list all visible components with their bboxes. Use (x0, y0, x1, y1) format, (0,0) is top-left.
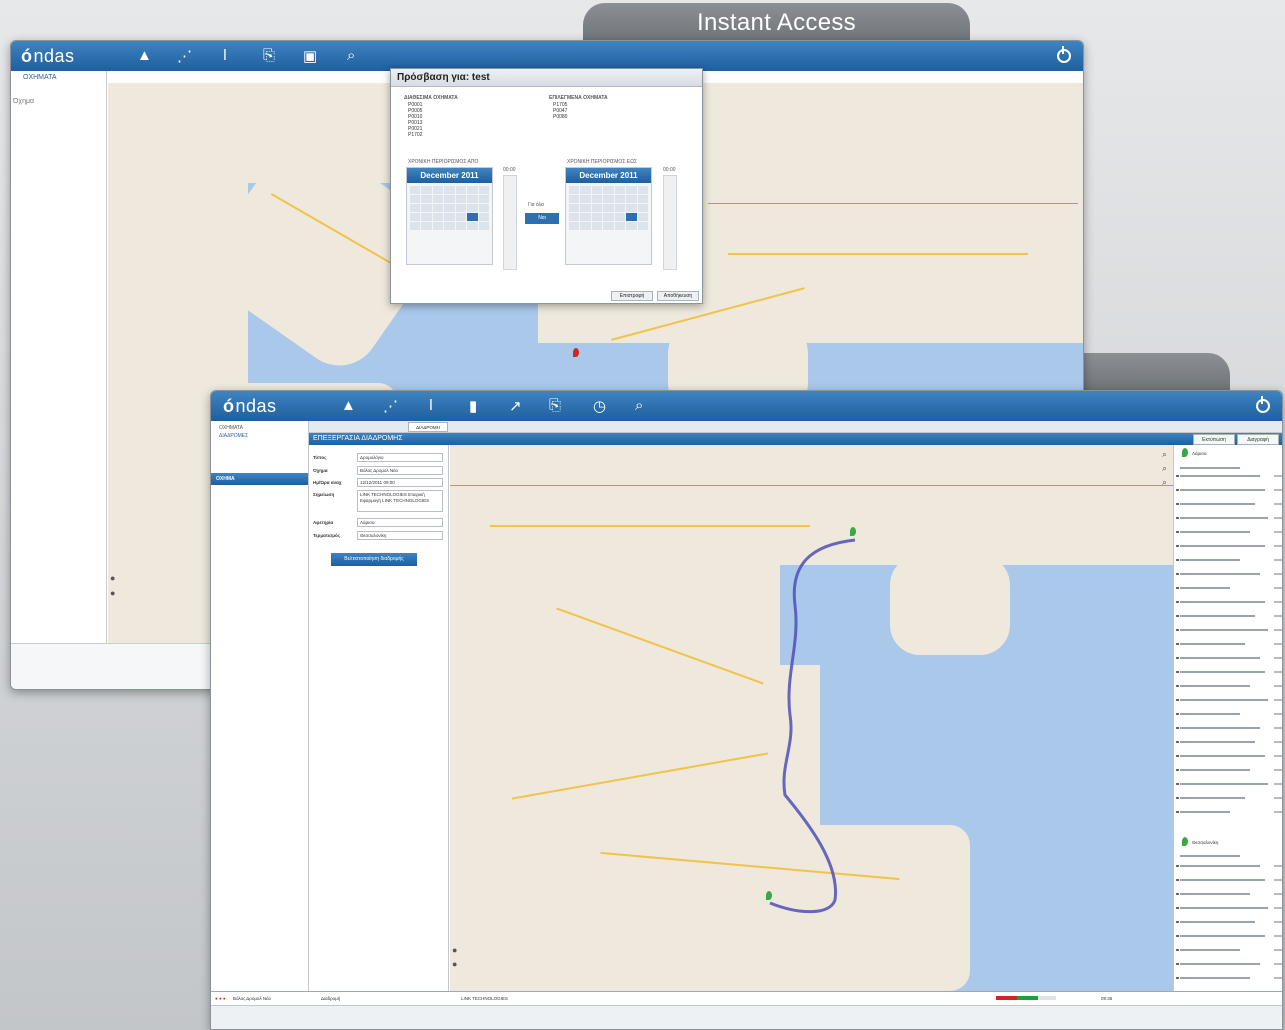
optimize-route-button[interactable]: Βελτιστοποίηση διαδρομής (331, 553, 417, 566)
delete-button[interactable]: Διαγραφή (1237, 434, 1279, 445)
zoom-reset-icon[interactable]: ⌕ (1162, 477, 1167, 488)
tracking-icon[interactable]: ⋰ (383, 397, 398, 415)
end-pin-icon (1182, 837, 1188, 846)
route-map[interactable]: ⌕ ⌕ ⌕ ● ● (450, 445, 1173, 991)
vehicle-select[interactable]: Βόλος Δρομολ Νέα (357, 466, 443, 475)
date-label: Ημ/Ώρα αναχ (313, 480, 342, 485)
temperature-icon[interactable]: ǀ (429, 397, 433, 414)
status-company: LINK TECHNOLOGIES (461, 996, 508, 1001)
from-date-label: ΧΡΟΝΙΚΗ ΠΕΡΙΟΡΙΣΜΟΣ ΑΠΟ (408, 159, 479, 165)
status-vehicle: Βόλος Δρομολ Νέα (233, 996, 271, 1001)
list-item[interactable]: P0080 (553, 114, 567, 120)
tab-route[interactable]: ΔΙΑΔΡΟΜΗ (408, 422, 448, 432)
power-icon[interactable] (1057, 46, 1071, 63)
tracking-icon[interactable]: ⋰ (177, 47, 192, 65)
all-label: Για όλα (528, 202, 544, 208)
route-path (769, 538, 856, 914)
top-toolbar: óndas ▲ ⋰ ǀ ⎘ ▣ ⌕ (11, 41, 1083, 71)
start-pin-icon (1182, 448, 1188, 457)
zoom-in-icon[interactable]: ● (110, 573, 115, 583)
route-form: Τύπος Δρομολόγιο Όχημα Βόλος Δρομολ Νέα … (309, 445, 449, 991)
to-date-label: ΧΡΟΝΙΚΗ ΠΕΡΙΟΡΙΣΜΟΣ ΕΩΣ (567, 159, 637, 165)
vehicles-icon[interactable]: ▲ (341, 397, 356, 414)
app-logo: óndas (21, 46, 75, 66)
cancel-button[interactable]: Επιστροφή (611, 291, 653, 301)
zoom-in-icon[interactable]: ⌕ (1162, 449, 1167, 460)
vehicle-label: Όχημα (313, 468, 328, 473)
routing-window: óndas ▲ ⋰ ǀ ▮ ↗ ⎘ ◷ ⌕ ΔΙΑΔΡΟΜΗ ΟΧΗΜΑΤΑ Δ… (210, 390, 1283, 1030)
bottom-tabs (211, 1005, 1282, 1029)
map-control-icon[interactable]: ● (452, 959, 457, 969)
vehicle-status-list (11, 643, 211, 689)
edit-route-title: ΕΠΕΞΕΡΓΑΣΙΑ ΔΙΑΔΡΟΜΗΣ (313, 435, 403, 442)
status-route: Διαδρομή (321, 996, 341, 1001)
save-button[interactable]: Αποθήκευση (657, 291, 699, 301)
from-calendar[interactable]: December 2011 (406, 167, 493, 265)
vehicle-status-bar[interactable]: ● ● ● Βόλος Δρομολ Νέα Διαδρομή LINK TEC… (211, 991, 1282, 1005)
status-indicator-icon: ● ● ● (215, 996, 226, 1001)
zoom-out-icon[interactable]: ⌕ (1162, 463, 1167, 474)
from-time-label: 00:00 (503, 167, 516, 173)
print-button[interactable]: Εκτύπωση (1193, 434, 1235, 445)
route-icon[interactable]: ↗ (509, 397, 522, 415)
directions-to: Θεσσαλονίκη (1192, 840, 1219, 845)
app-logo: óndas (223, 396, 277, 416)
route-start-marker-icon[interactable] (766, 891, 772, 900)
available-vehicles-header: ΔΙΑΘΕΣΙΜΑ ΟΧΗΜΑΤΑ (404, 95, 458, 101)
available-vehicles-list[interactable]: P0001 P0005 P0010 P0013 P0021 P1702 (408, 102, 422, 138)
search-icon[interactable]: ⌕ (635, 397, 643, 414)
type-field[interactable]: Δρομολόγιο (357, 453, 443, 462)
vehicles-icon[interactable]: ▲ (137, 47, 152, 64)
edit-route-strip: ΕΠΕΞΕΡΓΑΣΙΑ ΔΙΑΔΡΟΜΗΣ (309, 433, 1282, 445)
report-icon[interactable]: ⎘ (549, 397, 561, 414)
dialog-title: Πρόσβαση για: test (391, 69, 702, 87)
from-time-slider[interactable] (503, 175, 517, 270)
top-toolbar: óndas ▲ ⋰ ǀ ▮ ↗ ⎘ ◷ ⌕ (211, 391, 1282, 421)
vehicles-tab[interactable]: ΟΧΗΜΑΤΑ (23, 74, 57, 81)
nav-item-vehicle[interactable]: ΟΧΗΜΑ (211, 473, 308, 485)
directions-panel: Λάρισα Θεσσαλονίκη (1173, 445, 1282, 991)
end-select[interactable]: Θεσσαλονίκη (357, 531, 443, 540)
route-end-marker-icon[interactable] (850, 527, 856, 536)
type-label: Τύπος (313, 455, 327, 460)
calendar-month-header[interactable]: December 2011 (566, 168, 651, 183)
vehicle-sidebar: ΟΧΗΜΑΤΑ Όχημα (11, 71, 107, 681)
report-icon[interactable]: ⎘ (263, 47, 275, 64)
to-calendar[interactable]: December 2011 (565, 167, 652, 265)
status-time: 09:35 (1101, 996, 1113, 1001)
tab-bar: ΔΙΑΔΡΟΜΗ (211, 421, 1282, 433)
vehicle-marker-icon[interactable] (573, 348, 579, 357)
end-label: Τερματισμός (313, 533, 341, 538)
calendar-month-header[interactable]: December 2011 (407, 168, 492, 183)
to-time-label: 00:00 (663, 167, 676, 173)
users-icon[interactable]: ▣ (303, 47, 317, 65)
clock-icon[interactable]: ◷ (593, 397, 606, 415)
nav-vehicles-header[interactable]: ΟΧΗΜΑΤΑ (219, 425, 243, 431)
search-icon[interactable]: ⌕ (347, 47, 355, 64)
vehicle-list-item[interactable]: Όχημα (13, 98, 34, 105)
power-icon[interactable] (1256, 396, 1270, 413)
left-navigation: ΟΧΗΜΑΤΑ ΔΙΑΔΡΟΜΕΣ ΟΧΗΜΑ (211, 421, 309, 991)
list-item[interactable]: P1702 (408, 132, 422, 138)
progress-bar (996, 996, 1056, 1000)
to-time-slider[interactable] (663, 175, 677, 270)
start-select[interactable]: Λάρισα (357, 518, 443, 527)
notes-field[interactable]: LINK TECHNOLOGIES Εταιρική Εφαρμογή LINK… (357, 490, 443, 512)
zoom-out-icon[interactable]: ● (110, 588, 115, 598)
map-control-icon[interactable]: ● (452, 945, 457, 955)
notes-label: Σημείωση (313, 492, 335, 497)
apply-button[interactable]: Ναι (525, 213, 559, 224)
start-label: Αφετηρία (313, 520, 334, 525)
instant-access-banner: Instant Access (583, 3, 970, 43)
selected-vehicles-list[interactable]: P1705 P0047 P0080 (553, 102, 567, 120)
selected-vehicles-header: ΕΠΙΛΕΓΜΕΝΑ ΟΧΗΜΑΤΑ (549, 95, 608, 101)
fuel-icon[interactable]: ▮ (469, 397, 477, 415)
temperature-icon[interactable]: ǀ (223, 47, 227, 64)
nav-routes-header[interactable]: ΔΙΑΔΡΟΜΕΣ (219, 433, 248, 439)
directions-from: Λάρισα (1192, 451, 1207, 456)
date-field[interactable]: 12/12/2011 09:00 (357, 478, 443, 487)
instant-access-dialog: Πρόσβαση για: test ΔΙΑΘΕΣΙΜΑ ΟΧΗΜΑΤΑ P00… (390, 68, 703, 304)
